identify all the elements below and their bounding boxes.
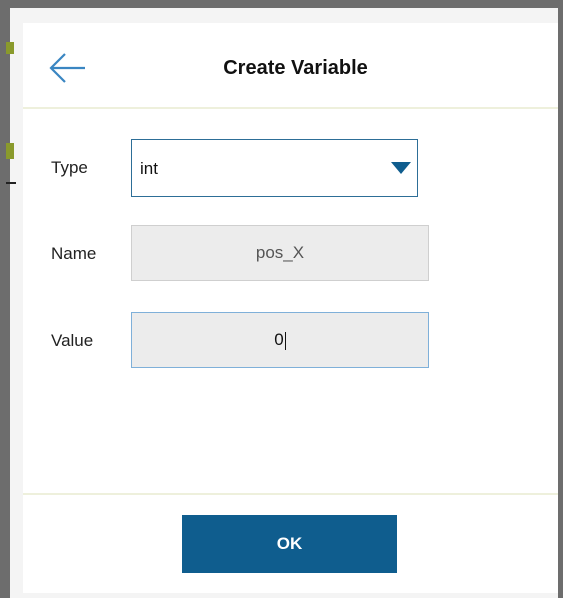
- type-label: Type: [51, 158, 88, 177]
- background-marker: [6, 42, 14, 54]
- value-field[interactable]: 0: [131, 312, 429, 368]
- dialog-header: Create Variable: [23, 23, 558, 109]
- value-label: Value: [51, 331, 94, 350]
- create-variable-dialog: Create Variable Type int Name pos_X Valu…: [23, 23, 558, 593]
- background-top-edge: [0, 0, 563, 8]
- type-dropdown[interactable]: int: [131, 139, 418, 197]
- dropdown-caret-icon: [391, 162, 411, 174]
- background-left-edge: [0, 0, 10, 598]
- dialog-title: Create Variable: [223, 57, 368, 79]
- footer-divider: [23, 493, 558, 495]
- text-cursor: [284, 331, 286, 350]
- background-right-edge: [558, 0, 563, 598]
- name-label: Name: [51, 244, 97, 263]
- type-selected-value: int: [140, 159, 158, 178]
- background-marker: [6, 143, 14, 159]
- name-field[interactable]: pos_X: [131, 225, 429, 281]
- background-line: [6, 182, 16, 184]
- value-field-value: 0: [274, 330, 284, 349]
- name-field-value: pos_X: [255, 243, 305, 262]
- ok-button[interactable]: OK: [182, 515, 397, 573]
